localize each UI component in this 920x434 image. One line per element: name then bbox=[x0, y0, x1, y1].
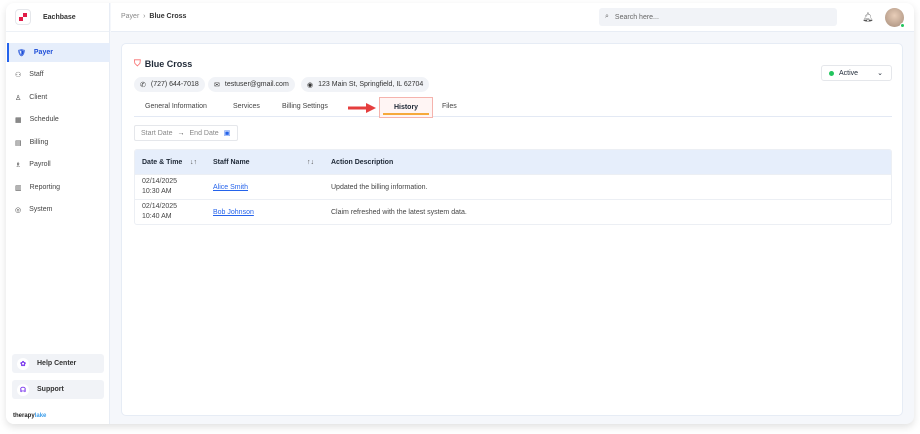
active-tab-underline bbox=[383, 113, 429, 115]
top-bar: Payer › Blue Cross ⌕ Search here... 🔔︎ bbox=[111, 3, 914, 32]
address-chip: ◉ 123 Main St, Springfield, IL 62704 bbox=[301, 77, 430, 92]
row-date: 02/14/2025 bbox=[142, 178, 178, 185]
header-action-description: Action Description bbox=[331, 158, 394, 166]
tabs-divider bbox=[134, 116, 892, 117]
phone-icon: ✆ bbox=[140, 81, 146, 89]
search-input[interactable]: ⌕ Search here... bbox=[599, 8, 837, 26]
tab-general-information[interactable]: General Information bbox=[145, 103, 207, 110]
sort-icon[interactable]: ↓↑ bbox=[190, 159, 197, 166]
support-button[interactable]: ☊ Support bbox=[12, 380, 104, 399]
search-placeholder: Search here... bbox=[614, 13, 659, 21]
row-time: 10:30 AM bbox=[142, 188, 172, 195]
staff-link[interactable]: Bob Johnson bbox=[213, 209, 254, 216]
help-center-button[interactable]: ✿ Help Center bbox=[12, 354, 104, 373]
therapylake-logo: therapylake bbox=[13, 413, 46, 419]
sort-icon[interactable]: ↑↓ bbox=[307, 159, 314, 166]
red-arrow-annotation-icon bbox=[348, 103, 376, 113]
location-icon: ◉ bbox=[307, 81, 314, 89]
phone-chip: ✆ (727) 644-7018 bbox=[134, 77, 205, 92]
row-action: Updated the billing information. bbox=[331, 183, 428, 191]
row-action: Claim refreshed with the latest system d… bbox=[331, 208, 467, 216]
mail-icon: ✉ bbox=[214, 81, 220, 89]
tab-billing-settings[interactable]: Billing Settings bbox=[282, 103, 328, 110]
breadcrumb-payer[interactable]: Payer bbox=[121, 13, 139, 20]
status-value: Active bbox=[839, 69, 859, 77]
staff-link[interactable]: Alice Smith bbox=[213, 184, 248, 191]
end-date[interactable]: End Date bbox=[190, 130, 219, 137]
client-icon: ♙ bbox=[15, 94, 22, 102]
bell-icon[interactable]: 🔔︎ bbox=[862, 12, 873, 23]
sidebar-item-billing[interactable]: ▤ Billing bbox=[7, 133, 110, 152]
sidebar-item-client[interactable]: ♙ Client bbox=[7, 88, 110, 107]
status-dropdown[interactable]: Active ⌄ bbox=[821, 65, 892, 81]
address: 123 Main St, Springfield, IL 62704 bbox=[318, 81, 424, 88]
header-staff-name: Staff Name bbox=[213, 158, 250, 166]
sidebar-item-label: Schedule bbox=[29, 116, 59, 123]
payer-name: Blue Cross bbox=[144, 58, 193, 69]
shield-icon: 🛡 bbox=[17, 49, 26, 57]
header-date-time: Date & Time bbox=[142, 158, 183, 166]
date-range-picker[interactable]: Start Date → End Date ▣ bbox=[134, 125, 238, 141]
payroll-icon: ♗ bbox=[15, 161, 22, 169]
breadcrumb: Payer › Blue Cross bbox=[121, 13, 187, 20]
sidebar-item-label: Staff bbox=[29, 71, 44, 78]
logo-part: lake bbox=[34, 413, 47, 419]
eachbase-logo-icon bbox=[15, 9, 31, 25]
table-header: Date & Time ↓↑ Staff Name ↑↓ Action Desc… bbox=[135, 150, 891, 174]
start-date[interactable]: Start Date bbox=[141, 130, 173, 137]
calendar-icon: ▦ bbox=[15, 116, 22, 124]
sidebar-item-label: Payroll bbox=[29, 161, 51, 168]
tab-history[interactable]: History bbox=[379, 97, 433, 118]
table-row: 02/14/2025 10:30 AM Alice Smith Updated t… bbox=[135, 174, 891, 199]
status-dot bbox=[829, 70, 834, 76]
page-title: ⛉ Blue Cross bbox=[134, 58, 192, 69]
tab-services[interactable]: Services bbox=[233, 103, 260, 110]
staff-icon: ⚇ bbox=[15, 71, 22, 79]
calendar-icon: ▣ bbox=[223, 130, 231, 137]
online-indicator bbox=[900, 23, 905, 28]
app-name: Eachbase bbox=[43, 13, 76, 21]
headset-icon: ☊ bbox=[17, 383, 29, 396]
sidebar-item-label: System bbox=[29, 206, 53, 213]
sidebar-item-payer[interactable]: 🛡 Payer bbox=[7, 43, 110, 62]
email: testuser@gmail.com bbox=[224, 81, 289, 88]
gear-icon: ◎ bbox=[15, 206, 22, 214]
support-label: Support bbox=[37, 386, 64, 393]
row-datetime: 02/14/2025 10:30 AM bbox=[142, 177, 177, 197]
history-table: Date & Time ↓↑ Staff Name ↑↓ Action Desc… bbox=[134, 149, 892, 225]
shield-icon: ⛉ bbox=[134, 58, 141, 68]
logo-part: therapy bbox=[13, 413, 35, 419]
row-date: 02/14/2025 bbox=[142, 203, 178, 210]
sidebar-item-system[interactable]: ◎ System bbox=[7, 200, 110, 219]
billing-icon: ▤ bbox=[15, 139, 22, 147]
search-icon: ⌕ bbox=[605, 13, 609, 20]
phone: (727) 644-7018 bbox=[150, 81, 199, 88]
sidebar-item-schedule[interactable]: ▦ Schedule bbox=[7, 110, 110, 129]
tab-label: History bbox=[393, 104, 419, 111]
chevron-down-icon: ⌄ bbox=[877, 70, 883, 77]
sidebar: Eachbase 🛡 Payer ⚇ Staff ♙ Client ▦ Schedule… bbox=[6, 3, 110, 424]
row-time: 10:40 AM bbox=[142, 213, 172, 220]
sidebar-item-label: Reporting bbox=[29, 184, 60, 191]
avatar[interactable] bbox=[885, 8, 905, 28]
row-datetime: 02/14/2025 10:40 AM bbox=[142, 202, 177, 222]
sidebar-item-payroll[interactable]: ♗ Payroll bbox=[7, 155, 110, 174]
email-chip: ✉ testuser@gmail.com bbox=[208, 77, 295, 92]
report-icon: ▥ bbox=[15, 184, 22, 192]
payer-card: ⛉ Blue Cross ✆ (727) 644-7018 ✉ testuser@gm… bbox=[121, 43, 903, 416]
sidebar-item-staff[interactable]: ⚇ Staff bbox=[7, 65, 110, 84]
app-window: Eachbase 🛡 Payer ⚇ Staff ♙ Client ▦ Schedule… bbox=[6, 3, 914, 424]
sidebar-item-label: Client bbox=[29, 94, 48, 101]
arrow-right-icon: → bbox=[177, 129, 185, 137]
sidebar-item-label: Billing bbox=[29, 139, 49, 146]
brand: Eachbase bbox=[6, 3, 109, 32]
sidebar-item-reporting[interactable]: ▥ Reporting bbox=[7, 178, 110, 197]
help-label: Help Center bbox=[37, 360, 77, 367]
tab-files[interactable]: Files bbox=[442, 103, 457, 110]
help-icon: ✿ bbox=[17, 357, 29, 370]
table-row: 02/14/2025 10:40 AM Bob Johnson Claim ref… bbox=[135, 199, 891, 224]
sidebar-item-label: Payer bbox=[33, 49, 53, 56]
breadcrumb-current: Blue Cross bbox=[149, 13, 187, 20]
